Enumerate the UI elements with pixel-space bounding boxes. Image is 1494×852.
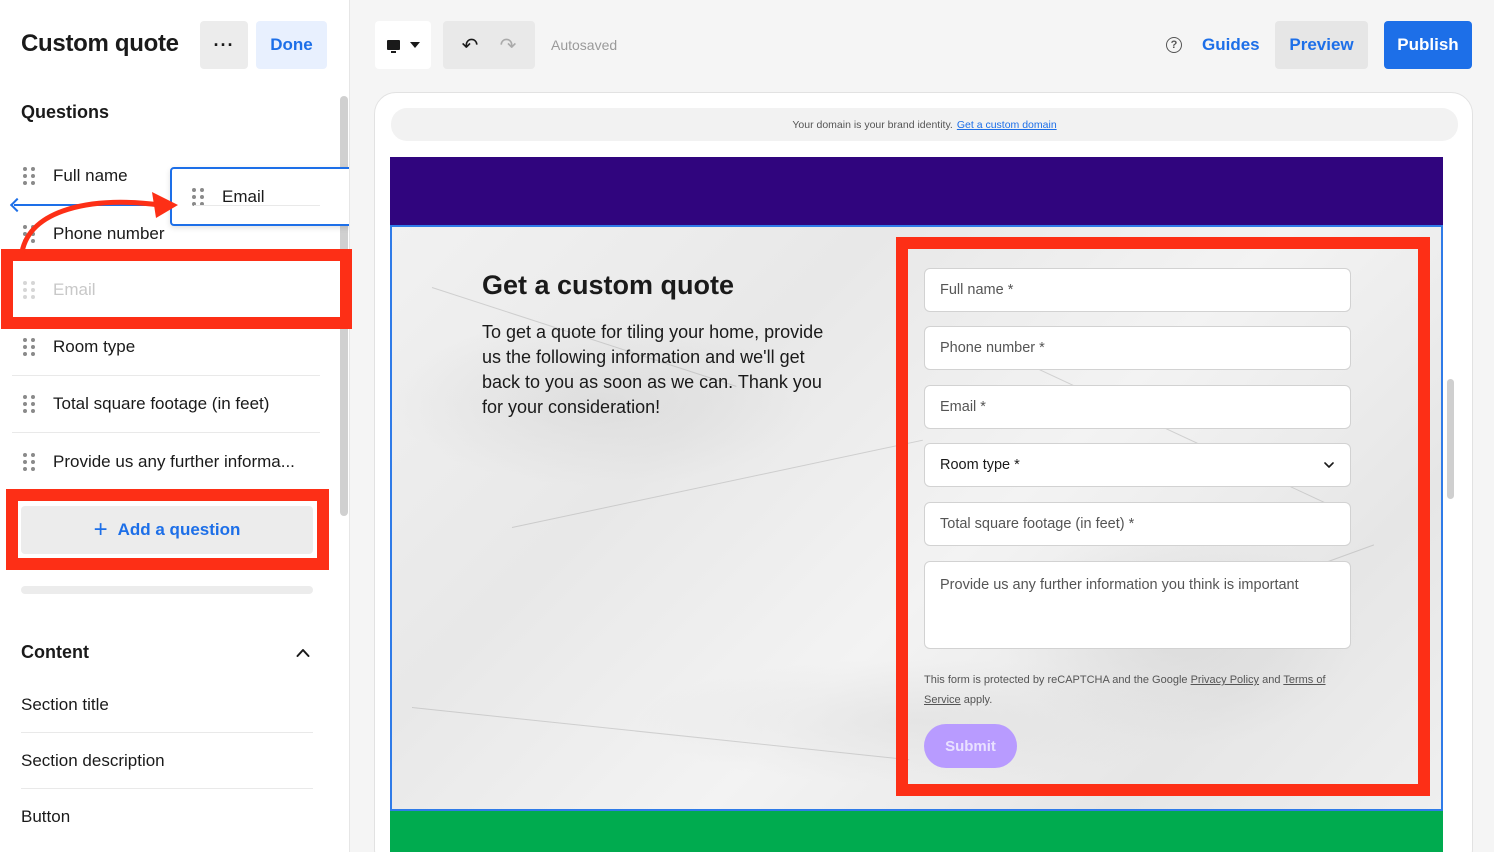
content-item-button[interactable]: Button bbox=[21, 789, 313, 845]
content-item-section-title[interactable]: Section title bbox=[21, 677, 313, 733]
publish-button[interactable]: Publish bbox=[1384, 21, 1472, 69]
drag-handle-icon[interactable] bbox=[23, 338, 35, 356]
annotation-box-add-question bbox=[6, 489, 329, 570]
section-description: To get a quote for tiling your home, pro… bbox=[482, 322, 824, 417]
domain-banner: Your domain is your brand identity. Get … bbox=[391, 108, 1458, 141]
drag-handle-icon[interactable] bbox=[23, 452, 35, 471]
question-item-square-footage[interactable]: Total square footage (in feet) bbox=[12, 376, 320, 433]
section-title: Get a custom quote bbox=[482, 270, 735, 300]
footer-band bbox=[390, 811, 1443, 852]
help-icon[interactable]: ? bbox=[1166, 37, 1182, 53]
caret-down-icon bbox=[409, 42, 420, 48]
undo-icon[interactable]: ↶ bbox=[462, 33, 479, 58]
question-label: Provide us any further informa... bbox=[53, 451, 295, 471]
canvas-scrollbar[interactable] bbox=[1447, 379, 1454, 499]
annotation-box-form bbox=[896, 237, 1430, 796]
header-band bbox=[390, 157, 1443, 225]
preview-button[interactable]: Preview bbox=[1275, 21, 1368, 69]
custom-domain-link[interactable]: Get a custom domain bbox=[957, 119, 1057, 131]
domain-banner-text: Your domain is your brand identity. bbox=[792, 118, 953, 131]
redo-icon[interactable]: ↷ bbox=[500, 33, 517, 58]
undo-redo-group: ↶ ↷ bbox=[443, 21, 535, 69]
guides-link[interactable]: Guides bbox=[1202, 35, 1260, 55]
question-label: Total square footage (in feet) bbox=[53, 394, 270, 413]
question-item-further-info[interactable]: Provide us any further informa... bbox=[12, 433, 320, 490]
question-label: Room type bbox=[53, 337, 136, 356]
content-item-section-description[interactable]: Section description bbox=[21, 733, 313, 789]
section-divider bbox=[21, 586, 313, 594]
content-heading: Content bbox=[21, 642, 89, 662]
drag-handle-icon[interactable] bbox=[23, 395, 35, 413]
chevron-up-icon[interactable] bbox=[296, 646, 310, 660]
autosave-status: Autosaved bbox=[551, 37, 618, 53]
annotation-arrow bbox=[19, 192, 178, 255]
